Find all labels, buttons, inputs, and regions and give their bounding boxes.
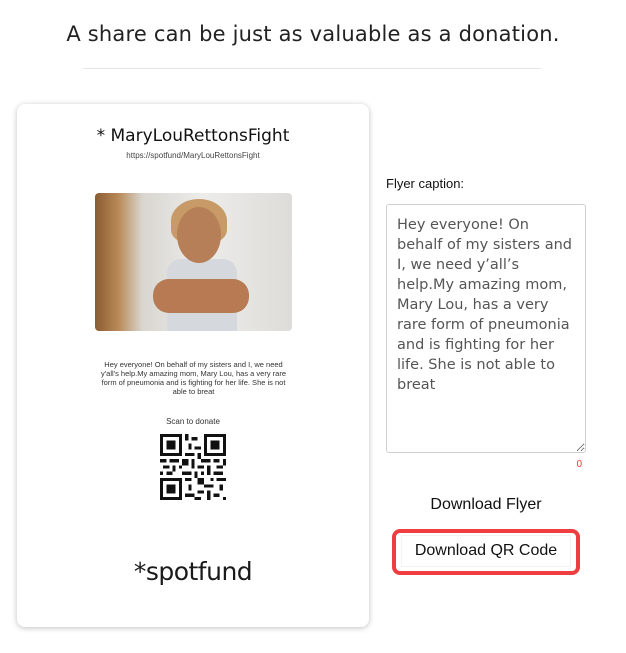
share-headline: A share can be just as valuable as a don… [66,22,560,46]
qr-code-icon [160,434,226,500]
spotfund-logo: *spotfund [133,557,253,586]
scan-label: Scan to donate [166,417,220,426]
download-qr-code-button[interactable]: Download QR Code [402,536,570,566]
photo-face [177,207,221,263]
caption-textarea[interactable]: Hey everyone! On behalf of my sisters an… [386,204,586,453]
flyer-url: https://spotfund/MaryLouRettonsFight [126,151,260,160]
flyer-title: * MaryLouRettonsFight [96,126,290,146]
flyer-caption: Hey everyone! On behalf of my sisters an… [100,360,286,396]
divider [83,68,541,69]
char-count: 0 [576,459,582,470]
flyer-photo [95,193,292,331]
flyer-preview: * MaryLouRettonsFight https://spotfund/M… [17,104,369,627]
photo-arms [153,279,249,313]
download-flyer-button[interactable]: Download Flyer [392,490,580,520]
caption-label: Flyer caption: [386,176,465,191]
